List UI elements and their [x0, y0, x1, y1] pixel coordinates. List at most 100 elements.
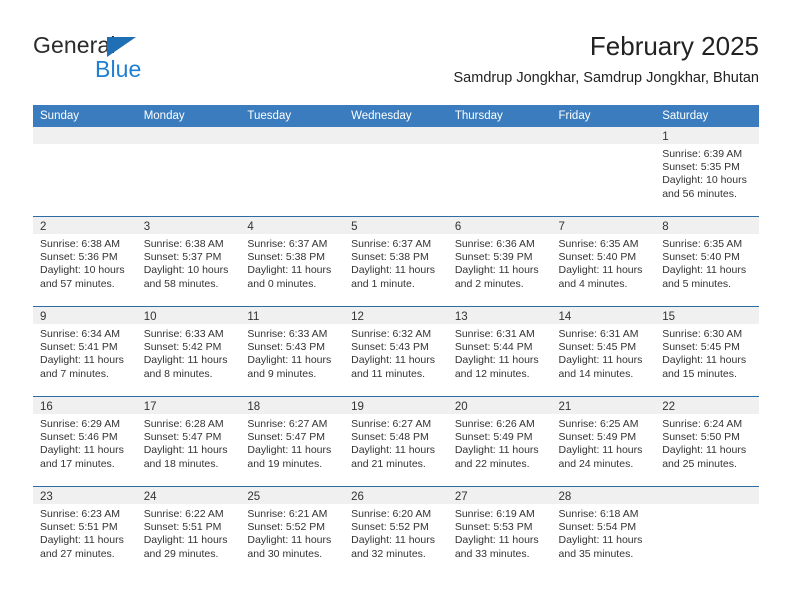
daylight-text: Daylight: 11 hours and 15 minutes. [662, 354, 747, 380]
day-number-band: 11 [240, 307, 345, 324]
day-number-band: 4 [240, 217, 345, 234]
daylight-text: Daylight: 11 hours and 24 minutes. [558, 444, 643, 470]
sunrise-text: Sunrise: 6:23 AM [40, 508, 120, 520]
calendar-day-cell[interactable]: 18 Sunrise: 6:27 AM Sunset: 5:47 PM Dayligh… [240, 397, 345, 486]
day-number-band: 26 [344, 487, 448, 504]
daylight-text: Daylight: 11 hours and 12 minutes. [454, 354, 539, 380]
page-subtitle: Samdrup Jongkhar, Samdrup Jongkhar, Bhut… [453, 70, 760, 86]
day-number: 21 [558, 401, 572, 413]
calendar-day-cell[interactable]: 14 Sunrise: 6:31 AM Sunset: 5:45 PM Dayligh… [551, 307, 656, 396]
calendar-day-cell[interactable]: 24 Sunrise: 6:22 AM Sunset: 5:51 PM Dayligh… [136, 487, 241, 576]
sunrise-text: Sunrise: 6:32 AM [351, 328, 432, 340]
day-sun-info: Sunrise: 6:25 AM Sunset: 5:49 PM Daylight:… [552, 414, 656, 471]
calendar-day-cell-empty [240, 127, 345, 216]
calendar-day-cell[interactable]: 3 Sunrise: 6:38 AM Sunset: 5:37 PM Daylight… [136, 217, 241, 306]
sunset-text: Sunset: 5:35 PM [662, 161, 740, 174]
calendar-week-row: 9 Sunrise: 6:34 AM Sunset: 5:41 PM Daylight… [33, 306, 759, 397]
sunset-text: Sunset: 5:36 PM [40, 251, 118, 264]
day-number-band: 19 [344, 397, 448, 414]
calendar-day-cell[interactable]: 22 Sunrise: 6:24 AM Sunset: 5:50 PM Dayligh… [655, 397, 759, 486]
day-number-band: 21 [551, 397, 656, 414]
day-number: 9 [40, 311, 47, 323]
sunset-text: Sunset: 5:47 PM [247, 431, 326, 444]
day-number-band: 15 [655, 307, 759, 324]
day-sun-info: Sunrise: 6:37 AM Sunset: 5:38 PM Daylight:… [240, 234, 344, 291]
daylight-text: Daylight: 11 hours and 8 minutes. [143, 354, 228, 380]
title-block: February 2025 Samdrup Jongkhar, Samdrup … [454, 30, 760, 87]
calendar-header-row: Sunday Monday Tuesday Wednesday Thursday Frid… [33, 105, 759, 127]
calendar-day-cell[interactable]: 26 Sunrise: 6:20 AM Sunset: 5:52 PM Dayligh… [344, 487, 448, 576]
daylight-text: Daylight: 11 hours and 11 minutes. [351, 354, 435, 380]
sunrise-text: Sunrise: 6:18 AM [558, 508, 639, 520]
calendar-day-cell[interactable]: 2 Sunrise: 6:38 AM Sunset: 5:36 PM Daylight… [33, 217, 137, 306]
calendar-day-cell[interactable]: 15 Sunrise: 6:30 AM Sunset: 5:45 PM Dayligh… [655, 307, 759, 396]
calendar-day-cell[interactable]: 20 Sunrise: 6:26 AM Sunset: 5:49 PM Dayligh… [447, 397, 552, 486]
day-sun-info: Sunrise: 6:38 AM Sunset: 5:37 PM Daylight:… [137, 234, 241, 291]
day-number-band [344, 127, 448, 144]
sunset-text: Sunset: 5:45 PM [558, 341, 637, 354]
daylight-text: Daylight: 11 hours and 1 minute. [351, 264, 435, 290]
triangle-icon [107, 37, 136, 57]
calendar-day-cell[interactable]: 21 Sunrise: 6:25 AM Sunset: 5:49 PM Dayligh… [551, 397, 656, 486]
day-sun-info: Sunrise: 6:29 AM Sunset: 5:46 PM Daylight:… [33, 414, 137, 471]
day-number-band [240, 127, 345, 144]
calendar-day-cell[interactable]: 11 Sunrise: 6:33 AM Sunset: 5:43 PM Dayligh… [240, 307, 345, 396]
day-number-band: 18 [240, 397, 345, 414]
sunrise-text: Sunrise: 6:24 AM [662, 418, 743, 430]
day-sun-info: Sunrise: 6:27 AM Sunset: 5:47 PM Daylight:… [240, 414, 344, 471]
day-number-band: 8 [655, 217, 759, 234]
calendar-day-cell[interactable]: 10 Sunrise: 6:33 AM Sunset: 5:42 PM Dayligh… [136, 307, 241, 396]
sunrise-text: Sunrise: 6:28 AM [143, 418, 224, 430]
day-sun-info: Sunrise: 6:37 AM Sunset: 5:38 PM Daylight:… [344, 234, 448, 291]
day-number: 2 [40, 221, 47, 233]
day-number: 24 [143, 491, 157, 503]
sunrise-sunset-calendar: Sunday Monday Tuesday Wednesday Thursday Frid… [33, 105, 759, 576]
calendar-day-cell[interactable]: 12 Sunrise: 6:32 AM Sunset: 5:43 PM Dayligh… [344, 307, 448, 396]
sunset-text: Sunset: 5:45 PM [662, 341, 740, 354]
day-sun-info: Sunrise: 6:22 AM Sunset: 5:51 PM Daylight:… [137, 504, 241, 561]
sunrise-text: Sunrise: 6:21 AM [247, 508, 328, 520]
sunrise-text: Sunrise: 6:35 AM [662, 238, 743, 250]
sunset-text: Sunset: 5:50 PM [662, 431, 740, 444]
daylight-text: Daylight: 11 hours and 22 minutes. [454, 444, 539, 470]
calendar-day-cell[interactable]: 27 Sunrise: 6:19 AM Sunset: 5:53 PM Dayligh… [447, 487, 552, 576]
calendar-day-cell[interactable]: 6 Sunrise: 6:36 AM Sunset: 5:39 PM Daylight… [447, 217, 552, 306]
day-number-band: 24 [136, 487, 241, 504]
calendar-day-cell[interactable]: 17 Sunrise: 6:28 AM Sunset: 5:47 PM Dayligh… [136, 397, 241, 486]
calendar-week-row: 1 Sunrise: 6:39 AM Sunset: 5:35 PM Daylight… [33, 127, 759, 217]
day-number-band: 12 [344, 307, 448, 324]
day-sun-info: Sunrise: 6:33 AM Sunset: 5:42 PM Daylight:… [137, 324, 241, 381]
calendar-day-cell[interactable]: 8 Sunrise: 6:35 AM Sunset: 5:40 PM Daylight… [655, 217, 759, 306]
calendar-day-cell[interactable]: 28 Sunrise: 6:18 AM Sunset: 5:54 PM Dayligh… [551, 487, 656, 576]
sunset-text: Sunset: 5:48 PM [351, 431, 429, 444]
calendar-day-cell[interactable]: 25 Sunrise: 6:21 AM Sunset: 5:52 PM Dayligh… [240, 487, 345, 576]
calendar-day-cell[interactable]: 19 Sunrise: 6:27 AM Sunset: 5:48 PM Dayligh… [344, 397, 448, 486]
calendar-day-cell[interactable]: 16 Sunrise: 6:29 AM Sunset: 5:46 PM Dayligh… [33, 397, 137, 486]
calendar-day-cell-empty [344, 127, 448, 216]
day-number-band: 23 [33, 487, 137, 504]
sunset-text: Sunset: 5:53 PM [454, 521, 533, 534]
day-sun-info: Sunrise: 6:18 AM Sunset: 5:54 PM Daylight:… [552, 504, 656, 561]
day-number: 12 [351, 311, 364, 323]
day-number: 20 [454, 401, 468, 413]
day-number: 3 [143, 221, 151, 233]
calendar-day-cell[interactable]: 23 Sunrise: 6:23 AM Sunset: 5:51 PM Dayligh… [33, 487, 137, 576]
day-number-band: 7 [551, 217, 656, 234]
calendar-day-cell[interactable]: 1 Sunrise: 6:39 AM Sunset: 5:35 PM Daylight… [655, 127, 759, 216]
day-sun-info: Sunrise: 6:35 AM Sunset: 5:40 PM Daylight:… [655, 234, 759, 291]
sunrise-text: Sunrise: 6:33 AM [143, 328, 224, 340]
day-number-band [136, 127, 241, 144]
calendar-day-cell[interactable]: 9 Sunrise: 6:34 AM Sunset: 5:41 PM Daylight… [33, 307, 137, 396]
sunrise-text: Sunrise: 6:27 AM [351, 418, 432, 430]
day-number: 26 [351, 491, 364, 503]
daylight-text: Daylight: 11 hours and 9 minutes. [247, 354, 332, 380]
daylight-text: Daylight: 10 hours and 58 minutes. [143, 264, 229, 290]
general-blue-logo[interactable]: General Blue [33, 32, 223, 90]
calendar-day-cell[interactable]: 5 Sunrise: 6:37 AM Sunset: 5:38 PM Daylight… [344, 217, 448, 306]
daylight-text: Daylight: 11 hours and 27 minutes. [40, 534, 124, 560]
calendar-day-cell[interactable]: 4 Sunrise: 6:37 AM Sunset: 5:38 PM Daylight… [240, 217, 345, 306]
sunrise-text: Sunrise: 6:27 AM [247, 418, 328, 430]
calendar-day-cell[interactable]: 7 Sunrise: 6:35 AM Sunset: 5:40 PM Daylight… [551, 217, 656, 306]
calendar-week-row: 23 Sunrise: 6:23 AM Sunset: 5:51 PM Dayligh… [33, 486, 759, 576]
calendar-day-cell[interactable]: 13 Sunrise: 6:31 AM Sunset: 5:44 PM Dayligh… [447, 307, 552, 396]
